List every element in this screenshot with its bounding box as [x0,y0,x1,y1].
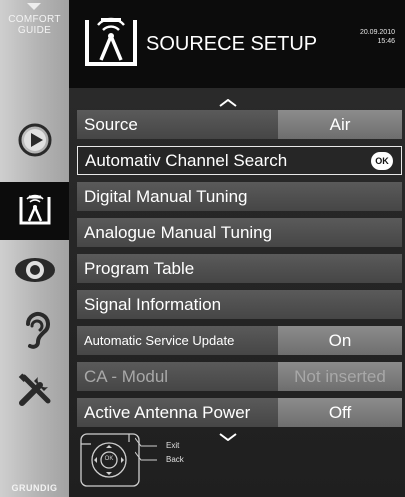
menu-item-ca-modul: CA - Modul Not inserted [77,362,402,391]
menu-item-label: Digital Manual Tuning [84,186,248,206]
date-text: 20.09.2010 [359,29,395,36]
scroll-down-icon[interactable] [219,428,237,446]
date-time: 20.09.2010 15:46 [360,28,395,46]
comfort-guide-arrow-icon[interactable] [27,3,41,10]
comfort-guide-label[interactable]: COMFORT GUIDE [0,14,69,36]
menu-item-label: Active Antenna Power [84,402,251,422]
antenna-title-icon [79,16,143,77]
menu-item-source[interactable]: Source Air [77,110,402,139]
time-text: 15:46 [377,38,395,45]
menu-item-label: Automativ Channel Search [85,150,288,170]
antenna-power-value[interactable]: Off [278,398,402,427]
hint-connector-lines [135,437,157,461]
source-value[interactable]: Air [278,110,402,139]
picture-eye-icon[interactable] [0,250,69,290]
exit-hint-label: Exit [166,441,180,450]
page-title: SOURECE SETUP [146,33,318,55]
source-icon[interactable] [0,120,69,160]
menu-item-label: Signal Information [84,294,222,314]
menu-item-automatic-channel-search[interactable]: Automativ Channel Search OK [77,146,402,175]
menu-item-label: Program Table [84,258,195,278]
comfort-guide-sidebar: COMFORT GUIDE GRUNDIG [0,0,78,497]
menu-item-analogue-manual-tuning[interactable]: Analogue Manual Tuning [77,218,402,247]
sound-ear-icon[interactable] [0,308,69,352]
menu-panel: Source Air Automativ Channel Search OK D… [69,88,405,497]
menu-item-digital-manual-tuning[interactable]: Digital Manual Tuning [77,182,402,211]
menu-item-label: Automatic Service Update [84,333,235,348]
ca-modul-value: Not inserted [278,362,402,391]
menu-item-automatic-service-update[interactable]: Automatic Service Update On [77,326,402,355]
menu-item-label: Source [84,114,138,134]
antenna-icon[interactable] [0,188,69,232]
remote-control-hint-icon: OK [79,432,143,493]
ok-button-icon[interactable]: OK [371,152,393,170]
remote-ok-label: OK [104,456,114,462]
menu-item-label: Analogue Manual Tuning [84,222,273,242]
menu-item-label: CA - Modul [84,366,169,386]
header: SOURECE SETUP 20.09.2010 15:46 [69,0,405,88]
service-update-value[interactable]: On [278,326,402,355]
back-hint-label: Back [166,455,184,464]
brand-logo: GRUNDIG [11,483,58,493]
menu-item-active-antenna-power[interactable]: Active Antenna Power Off [77,398,402,427]
menu-item-signal-information[interactable]: Signal Information [77,290,402,319]
menu-item-program-table[interactable]: Program Table [77,254,402,283]
tools-icon[interactable] [0,368,69,412]
